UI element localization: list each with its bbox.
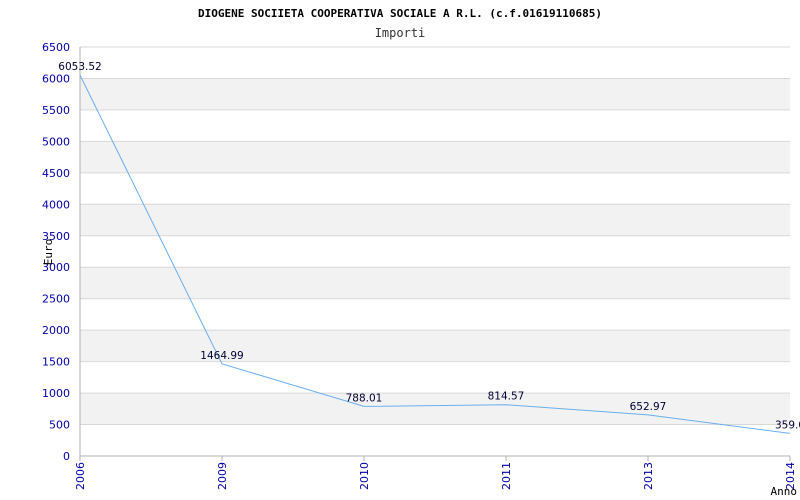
grid-band <box>80 204 790 236</box>
x-axis-label: Anno <box>771 485 798 498</box>
grid-band <box>80 330 790 362</box>
y-axis-label: Euro <box>42 239 55 266</box>
y-tick-label: 5500 <box>42 104 70 117</box>
x-tick-label: 2010 <box>358 462 371 490</box>
data-labels: 6053.52 1464.99 788.01 814.57 652.97 359.0 <box>58 61 800 431</box>
grid-band <box>80 78 790 110</box>
data-series <box>79 74 791 434</box>
line-chart: 0 500 1000 1500 2000 2500 3000 3500 4000 4500 5000… <box>0 0 800 500</box>
y-tick-label: 500 <box>49 419 70 432</box>
data-label: 359.0 <box>775 419 800 431</box>
data-label: 814.57 <box>488 391 525 403</box>
y-tick-label: 2500 <box>42 293 70 306</box>
y-tick-label: 4000 <box>42 198 70 211</box>
grid-band <box>80 267 790 299</box>
series-line <box>79 74 791 434</box>
x-tick-label: 2013 <box>642 462 655 490</box>
chart-title: DIOGENE SOCIIETA COOPERATIVA SOCIALE A R… <box>198 7 602 20</box>
background-bands <box>80 78 790 425</box>
data-label: 6053.52 <box>58 61 101 73</box>
x-tick-label: 2011 <box>500 462 513 490</box>
data-label: 788.01 <box>346 392 383 404</box>
y-tick-label: 1000 <box>42 387 70 400</box>
chart-subtitle: Importi <box>375 26 426 40</box>
y-tick-label: 5000 <box>42 135 70 148</box>
x-tick-labels: 2006 2009 2010 2011 2013 2014 <box>74 462 797 490</box>
y-tick-label: 6500 <box>42 41 70 54</box>
x-tick-label: 2009 <box>216 462 229 490</box>
y-tick-label: 0 <box>63 450 70 463</box>
y-tick-label: 2000 <box>42 324 70 337</box>
y-tick-label: 6000 <box>42 72 70 85</box>
y-tick-label: 4500 <box>42 167 70 180</box>
y-tick-label: 1500 <box>42 356 70 369</box>
x-tick-label: 2006 <box>74 462 87 490</box>
data-label: 1464.99 <box>200 350 243 362</box>
data-label: 652.97 <box>630 401 667 413</box>
chart-canvas: 0500100015002000250030003500400045005000… <box>42 7 800 498</box>
grid-band <box>80 141 790 173</box>
